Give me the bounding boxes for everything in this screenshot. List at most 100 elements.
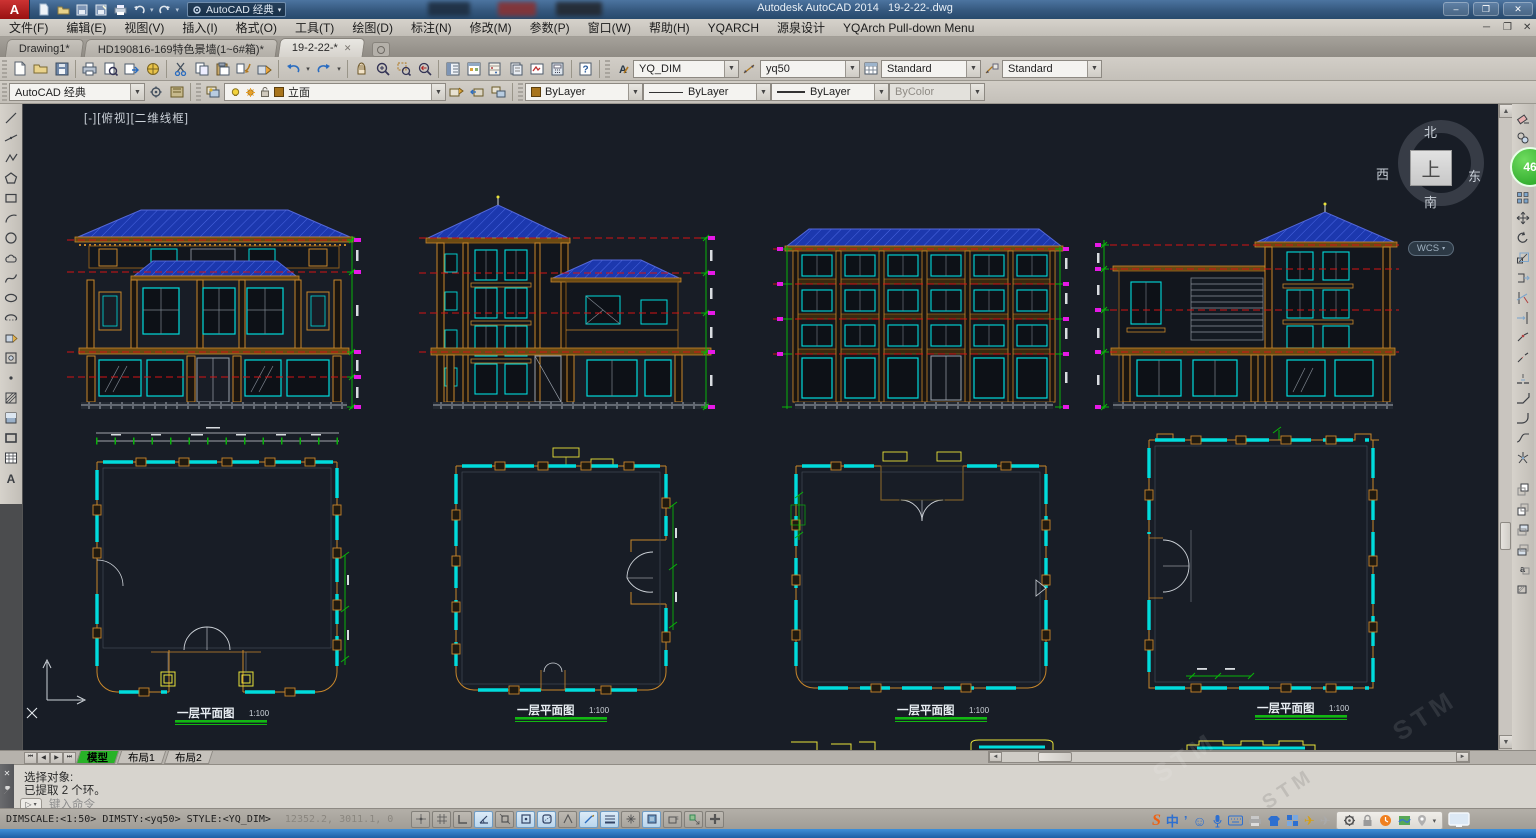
windows-taskbar[interactable]	[0, 829, 1536, 838]
tray-printer-icon[interactable]	[1248, 815, 1262, 827]
qat-plot-icon[interactable]	[112, 2, 128, 17]
trim-tool[interactable]	[1513, 288, 1533, 307]
arc-tool[interactable]	[1, 208, 21, 227]
send-to-back-tool[interactable]	[1513, 499, 1533, 518]
workspace-combo[interactable]: AutoCAD 经典▼	[9, 83, 145, 101]
color-combo[interactable]: ByLayer▼	[525, 83, 643, 101]
dim-style-combo[interactable]: yq50▼	[760, 60, 860, 78]
match-properties-button[interactable]	[233, 59, 254, 79]
transparency-toggle[interactable]	[621, 811, 640, 828]
tray-gear-icon[interactable]	[1343, 814, 1356, 827]
menu-format[interactable]: 格式(O)	[227, 19, 286, 36]
file-tab-hd190816[interactable]: HD190816-169特色景墙(1~6#箱)*	[83, 39, 278, 57]
tray-lock-icon[interactable]	[1362, 814, 1373, 827]
layout1-tab[interactable]: 布局1	[117, 751, 166, 764]
model-tab[interactable]: 模型	[76, 751, 119, 764]
help-button[interactable]: ?	[575, 59, 596, 79]
ime-emoji-icon[interactable]: ☺	[1193, 813, 1207, 829]
tray-expand-icon[interactable]: ▾	[1433, 817, 1437, 825]
snap-toggle[interactable]	[411, 811, 430, 828]
menu-help[interactable]: 帮助(H)	[640, 19, 699, 36]
line-tool[interactable]	[1, 108, 21, 127]
layer-combo[interactable]: 立面 ▼	[224, 83, 446, 101]
autocad-logo-icon[interactable]: A	[0, 0, 30, 19]
designcenter-button[interactable]	[463, 59, 484, 79]
quick-properties-toggle[interactable]	[642, 811, 661, 828]
wrench-icon[interactable]	[2, 786, 12, 796]
mtext-tool[interactable]: A	[1, 468, 21, 487]
menu-window[interactable]: 窗口(W)	[579, 19, 640, 36]
make-layer-current-button[interactable]	[446, 82, 467, 102]
polyline-tool[interactable]	[1, 148, 21, 167]
display-icon[interactable]	[1448, 812, 1470, 829]
polygon-tool[interactable]	[1, 168, 21, 187]
menu-yqarch-pulldown[interactable]: YQArch Pull-down Menu	[834, 21, 983, 35]
break-point-tool[interactable]	[1513, 328, 1533, 347]
circle-tool[interactable]	[1, 228, 21, 247]
workspace-switcher[interactable]: AutoCAD 经典 ▾	[187, 2, 286, 17]
undo-button[interactable]	[282, 59, 303, 79]
workspace-status-toggle[interactable]	[705, 811, 724, 828]
next-tab-icon[interactable]: ▶	[50, 752, 63, 764]
lwt-toggle[interactable]	[600, 811, 619, 828]
spline-tool[interactable]	[1, 268, 21, 287]
ducs-toggle[interactable]	[558, 811, 577, 828]
viewcube-east[interactable]: 东	[1468, 166, 1481, 185]
grid-toggle[interactable]	[432, 811, 451, 828]
workspace-save-button[interactable]	[166, 82, 187, 102]
menu-tools[interactable]: 工具(T)	[286, 19, 343, 36]
wblock-button[interactable]	[254, 59, 275, 79]
cut-button[interactable]	[170, 59, 191, 79]
doc-restore-button[interactable]: ❐	[1494, 22, 1512, 33]
rotate-tool[interactable]	[1513, 228, 1533, 247]
skin-icon[interactable]	[1267, 815, 1281, 827]
break-tool[interactable]	[1513, 348, 1533, 367]
selection-cycling-toggle[interactable]: ≡	[663, 811, 682, 828]
table-style-icon[interactable]	[860, 59, 881, 79]
doc-close-button[interactable]: ✕	[1514, 22, 1532, 33]
explode-tool[interactable]	[1513, 448, 1533, 467]
qat-redo-icon[interactable]	[157, 2, 173, 17]
erase-tool[interactable]	[1513, 108, 1533, 127]
workspace-settings-button[interactable]	[145, 82, 166, 102]
new-tab-button[interactable]	[372, 42, 390, 57]
dyn-toggle[interactable]	[579, 811, 598, 828]
bring-to-front-tool[interactable]	[1513, 479, 1533, 498]
tray-pin-icon[interactable]	[1417, 814, 1427, 827]
doc-minimize-button[interactable]: ─	[1474, 22, 1492, 33]
sheetset-button[interactable]	[505, 59, 526, 79]
menu-file[interactable]: 文件(F)	[0, 19, 57, 36]
properties-palette-button[interactable]	[442, 59, 463, 79]
restore-button[interactable]: ❐	[1473, 2, 1499, 16]
menu-edit[interactable]: 编辑(E)	[57, 19, 115, 36]
fillet-tool[interactable]	[1513, 408, 1533, 427]
point-tool[interactable]	[1, 368, 21, 387]
ellipse-tool[interactable]	[1, 288, 21, 307]
hatch-to-back-tool[interactable]	[1513, 579, 1533, 598]
table-style-combo[interactable]: Standard▼	[881, 60, 981, 78]
mleader-style-combo[interactable]: Standard▼	[1002, 60, 1102, 78]
close-button[interactable]: ✕	[1503, 2, 1533, 16]
open-button[interactable]	[30, 59, 51, 79]
prev-tab-icon[interactable]: ◀	[37, 752, 50, 764]
plane-gray-icon[interactable]: ✈	[1320, 813, 1331, 829]
file-tab-19-2-22[interactable]: 19-2-22-* ✕	[277, 38, 365, 57]
annotation-monitor-toggle[interactable]	[684, 811, 703, 828]
vscroll-thumb[interactable]	[1500, 522, 1511, 550]
toolbox-icon[interactable]	[1286, 814, 1299, 827]
qat-saveas-icon[interactable]	[93, 2, 109, 17]
ellipse-arc-tool[interactable]	[1, 308, 21, 327]
sogou-icon[interactable]: S	[1152, 812, 1161, 830]
table-tool[interactable]	[1, 448, 21, 467]
menu-dimension[interactable]: 标注(N)	[402, 19, 461, 36]
bring-above-tool[interactable]	[1513, 519, 1533, 538]
minimize-button[interactable]: –	[1443, 2, 1469, 16]
menu-yqarch[interactable]: YQARCH	[699, 21, 768, 35]
text-to-front-tool[interactable]: a	[1513, 559, 1533, 578]
menu-insert[interactable]: 插入(I)	[173, 19, 226, 36]
layout2-tab[interactable]: 布局2	[164, 751, 213, 764]
drawing-canvas[interactable]: 一层平面图 一层平面图 一层平面图 一层平面图 1:100 1:100 1:10…	[22, 104, 1498, 750]
viewport-controls[interactable]: [-][俯视][二维线框]	[84, 110, 189, 126]
menu-modify[interactable]: 修改(M)	[461, 19, 521, 36]
menu-view[interactable]: 视图(V)	[115, 19, 173, 36]
